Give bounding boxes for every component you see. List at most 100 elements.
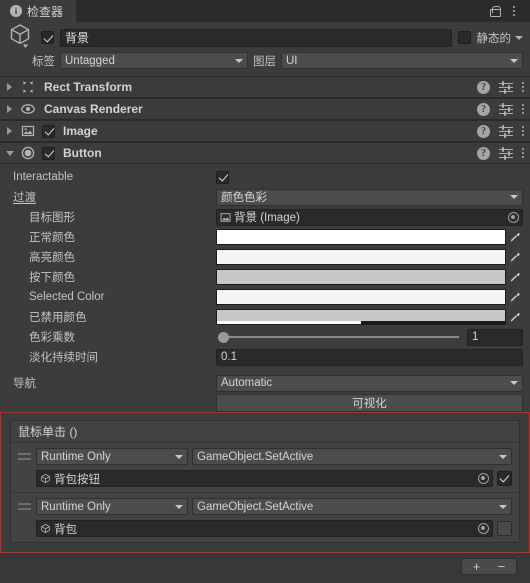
chevron-down-icon bbox=[175, 504, 183, 509]
gameobject-name-input[interactable]: 背景 bbox=[60, 28, 452, 47]
tag-dropdown[interactable]: Untagged bbox=[60, 52, 248, 69]
tag-layer-row: 标签 Untagged 图层 UI bbox=[7, 52, 523, 69]
slider-knob[interactable] bbox=[218, 331, 229, 343]
event-argument-checkbox[interactable] bbox=[497, 521, 512, 536]
kebab-menu-icon bbox=[513, 6, 515, 16]
selected-color-label: Selected Color bbox=[29, 291, 105, 303]
object-picker-icon[interactable] bbox=[478, 473, 489, 484]
image-enabled-checkbox[interactable] bbox=[42, 124, 55, 138]
preset-icon[interactable] bbox=[499, 103, 513, 116]
help-icon[interactable]: ? bbox=[477, 102, 490, 116]
tab-menu-button[interactable] bbox=[505, 2, 523, 20]
highlighted-color-swatch[interactable] bbox=[216, 249, 506, 265]
tab-bar: i 检查器 bbox=[0, 0, 530, 22]
event-mode-dropdown[interactable]: Runtime Only bbox=[36, 498, 188, 515]
event-function-dropdown[interactable]: GameObject.SetActive bbox=[192, 498, 512, 515]
object-picker-icon[interactable] bbox=[508, 211, 519, 223]
tag-value: Untagged bbox=[65, 54, 115, 67]
color-multiplier-label: 色彩乘数 bbox=[29, 332, 75, 344]
event-target-value: 背包按钮 bbox=[54, 473, 100, 486]
static-control[interactable]: 静态的 bbox=[476, 30, 523, 46]
static-label: 静态的 bbox=[476, 32, 512, 45]
component-title: Image bbox=[63, 124, 98, 138]
drag-handle-icon[interactable] bbox=[17, 453, 32, 460]
eyedropper-icon[interactable] bbox=[506, 231, 523, 243]
visualize-button[interactable]: 可视化 bbox=[216, 393, 523, 412]
disabled-color-swatch[interactable] bbox=[216, 309, 506, 325]
normal-color-control bbox=[216, 229, 523, 245]
preset-icon[interactable] bbox=[499, 147, 513, 160]
help-icon[interactable]: ? bbox=[477, 80, 490, 94]
object-picker-icon[interactable] bbox=[478, 523, 489, 534]
event-entry-row-top: Runtime Only GameObject.SetActive bbox=[17, 497, 512, 516]
navigation-dropdown[interactable]: Automatic bbox=[216, 374, 523, 392]
selected-color-swatch[interactable] bbox=[216, 289, 506, 305]
chevron-down-icon[interactable] bbox=[515, 35, 523, 40]
color-multiplier-input[interactable]: 1 bbox=[467, 328, 523, 346]
component-header-actions: ? bbox=[477, 80, 524, 94]
fade-duration-input[interactable]: 0.1 bbox=[216, 348, 523, 366]
foldout-toggle-button[interactable] bbox=[4, 150, 15, 156]
event-entry-row-bottom: 背包 bbox=[17, 519, 512, 538]
layer-dropdown[interactable]: UI bbox=[281, 52, 523, 69]
pressed-color-swatch[interactable] bbox=[216, 269, 506, 285]
foldout-toggle-rect-transform[interactable] bbox=[4, 83, 15, 91]
transition-dropdown[interactable]: 颜色色彩 bbox=[216, 188, 523, 206]
event-add-remove-buttons: + − bbox=[461, 558, 517, 575]
color-multiplier-slider[interactable] bbox=[216, 329, 463, 346]
kebab-menu-icon[interactable] bbox=[522, 148, 524, 158]
help-icon[interactable]: ? bbox=[477, 124, 490, 138]
component-header-image[interactable]: Image ? bbox=[0, 120, 530, 142]
gameobject-enabled-checkbox[interactable] bbox=[41, 31, 54, 44]
eyedropper-icon[interactable] bbox=[506, 291, 523, 303]
chevron-down-icon bbox=[510, 381, 518, 385]
eyedropper-icon[interactable] bbox=[506, 311, 523, 323]
target-graphic-object-field[interactable]: 背景 (Image) bbox=[216, 208, 523, 226]
foldout-toggle-canvas-renderer[interactable] bbox=[4, 105, 15, 113]
property-row-selected-color: Selected Color bbox=[0, 287, 530, 307]
kebab-menu-icon[interactable] bbox=[522, 126, 524, 136]
foldout-toggle-image[interactable] bbox=[4, 127, 15, 135]
component-header-rect-transform[interactable]: Rect Transform ? bbox=[0, 76, 530, 98]
fade-duration-control: 0.1 bbox=[216, 348, 523, 366]
eyedropper-icon[interactable] bbox=[506, 251, 523, 263]
drag-handle-icon[interactable] bbox=[17, 503, 32, 510]
event-function-dropdown[interactable]: GameObject.SetActive bbox=[192, 448, 512, 465]
remove-event-button[interactable]: − bbox=[489, 559, 514, 574]
eyedropper-icon[interactable] bbox=[506, 271, 523, 283]
kebab-menu-icon[interactable] bbox=[522, 104, 524, 114]
event-function-value: GameObject.SetActive bbox=[197, 500, 314, 513]
button-enabled-checkbox[interactable] bbox=[42, 146, 55, 160]
navigation-label: 导航 bbox=[13, 378, 36, 390]
preset-icon[interactable] bbox=[499, 125, 513, 138]
component-header-actions: ? bbox=[477, 146, 524, 160]
component-header-canvas-renderer[interactable]: Canvas Renderer ? bbox=[0, 98, 530, 120]
static-checkbox[interactable] bbox=[457, 31, 471, 44]
image-icon bbox=[20, 123, 36, 139]
event-argument-checkbox[interactable] bbox=[497, 471, 512, 486]
event-target-object-field[interactable]: 背包按钮 bbox=[36, 470, 493, 487]
property-row-normal-color: 正常颜色 bbox=[0, 227, 530, 247]
tab-inspector[interactable]: i 检查器 bbox=[0, 0, 77, 22]
help-icon[interactable]: ? bbox=[477, 146, 490, 160]
visualize-control: 可视化 bbox=[216, 393, 523, 412]
target-graphic-value: 背景 (Image) bbox=[234, 212, 300, 224]
property-row-navigation: 导航 Automatic bbox=[0, 373, 530, 393]
component-title: Button bbox=[63, 146, 102, 160]
property-row-disabled-color: 已禁用颜色 bbox=[0, 307, 530, 327]
event-target-object-field[interactable]: 背包 bbox=[36, 520, 493, 537]
event-mode-value: Runtime Only bbox=[41, 450, 111, 463]
normal-color-swatch[interactable] bbox=[216, 229, 506, 245]
property-row-target-graphic: 目标图形 背景 (Image) bbox=[0, 207, 530, 227]
property-row-visualize: 可视化 bbox=[0, 393, 530, 412]
chevron-down-icon bbox=[235, 58, 243, 63]
kebab-menu-icon[interactable] bbox=[522, 82, 524, 92]
interactable-checkbox[interactable] bbox=[216, 170, 229, 184]
event-entry-row-top: Runtime Only GameObject.SetActive bbox=[17, 447, 512, 466]
event-mode-dropdown[interactable]: Runtime Only bbox=[36, 448, 188, 465]
add-event-button[interactable]: + bbox=[464, 559, 489, 574]
preset-icon[interactable] bbox=[499, 81, 513, 94]
component-header-button[interactable]: Button ? bbox=[0, 142, 530, 164]
lock-button[interactable] bbox=[485, 2, 503, 20]
inspector-window: i 检查器 背景 静态的 标签 Untagged 图层 UI Rect Tran… bbox=[0, 0, 530, 583]
